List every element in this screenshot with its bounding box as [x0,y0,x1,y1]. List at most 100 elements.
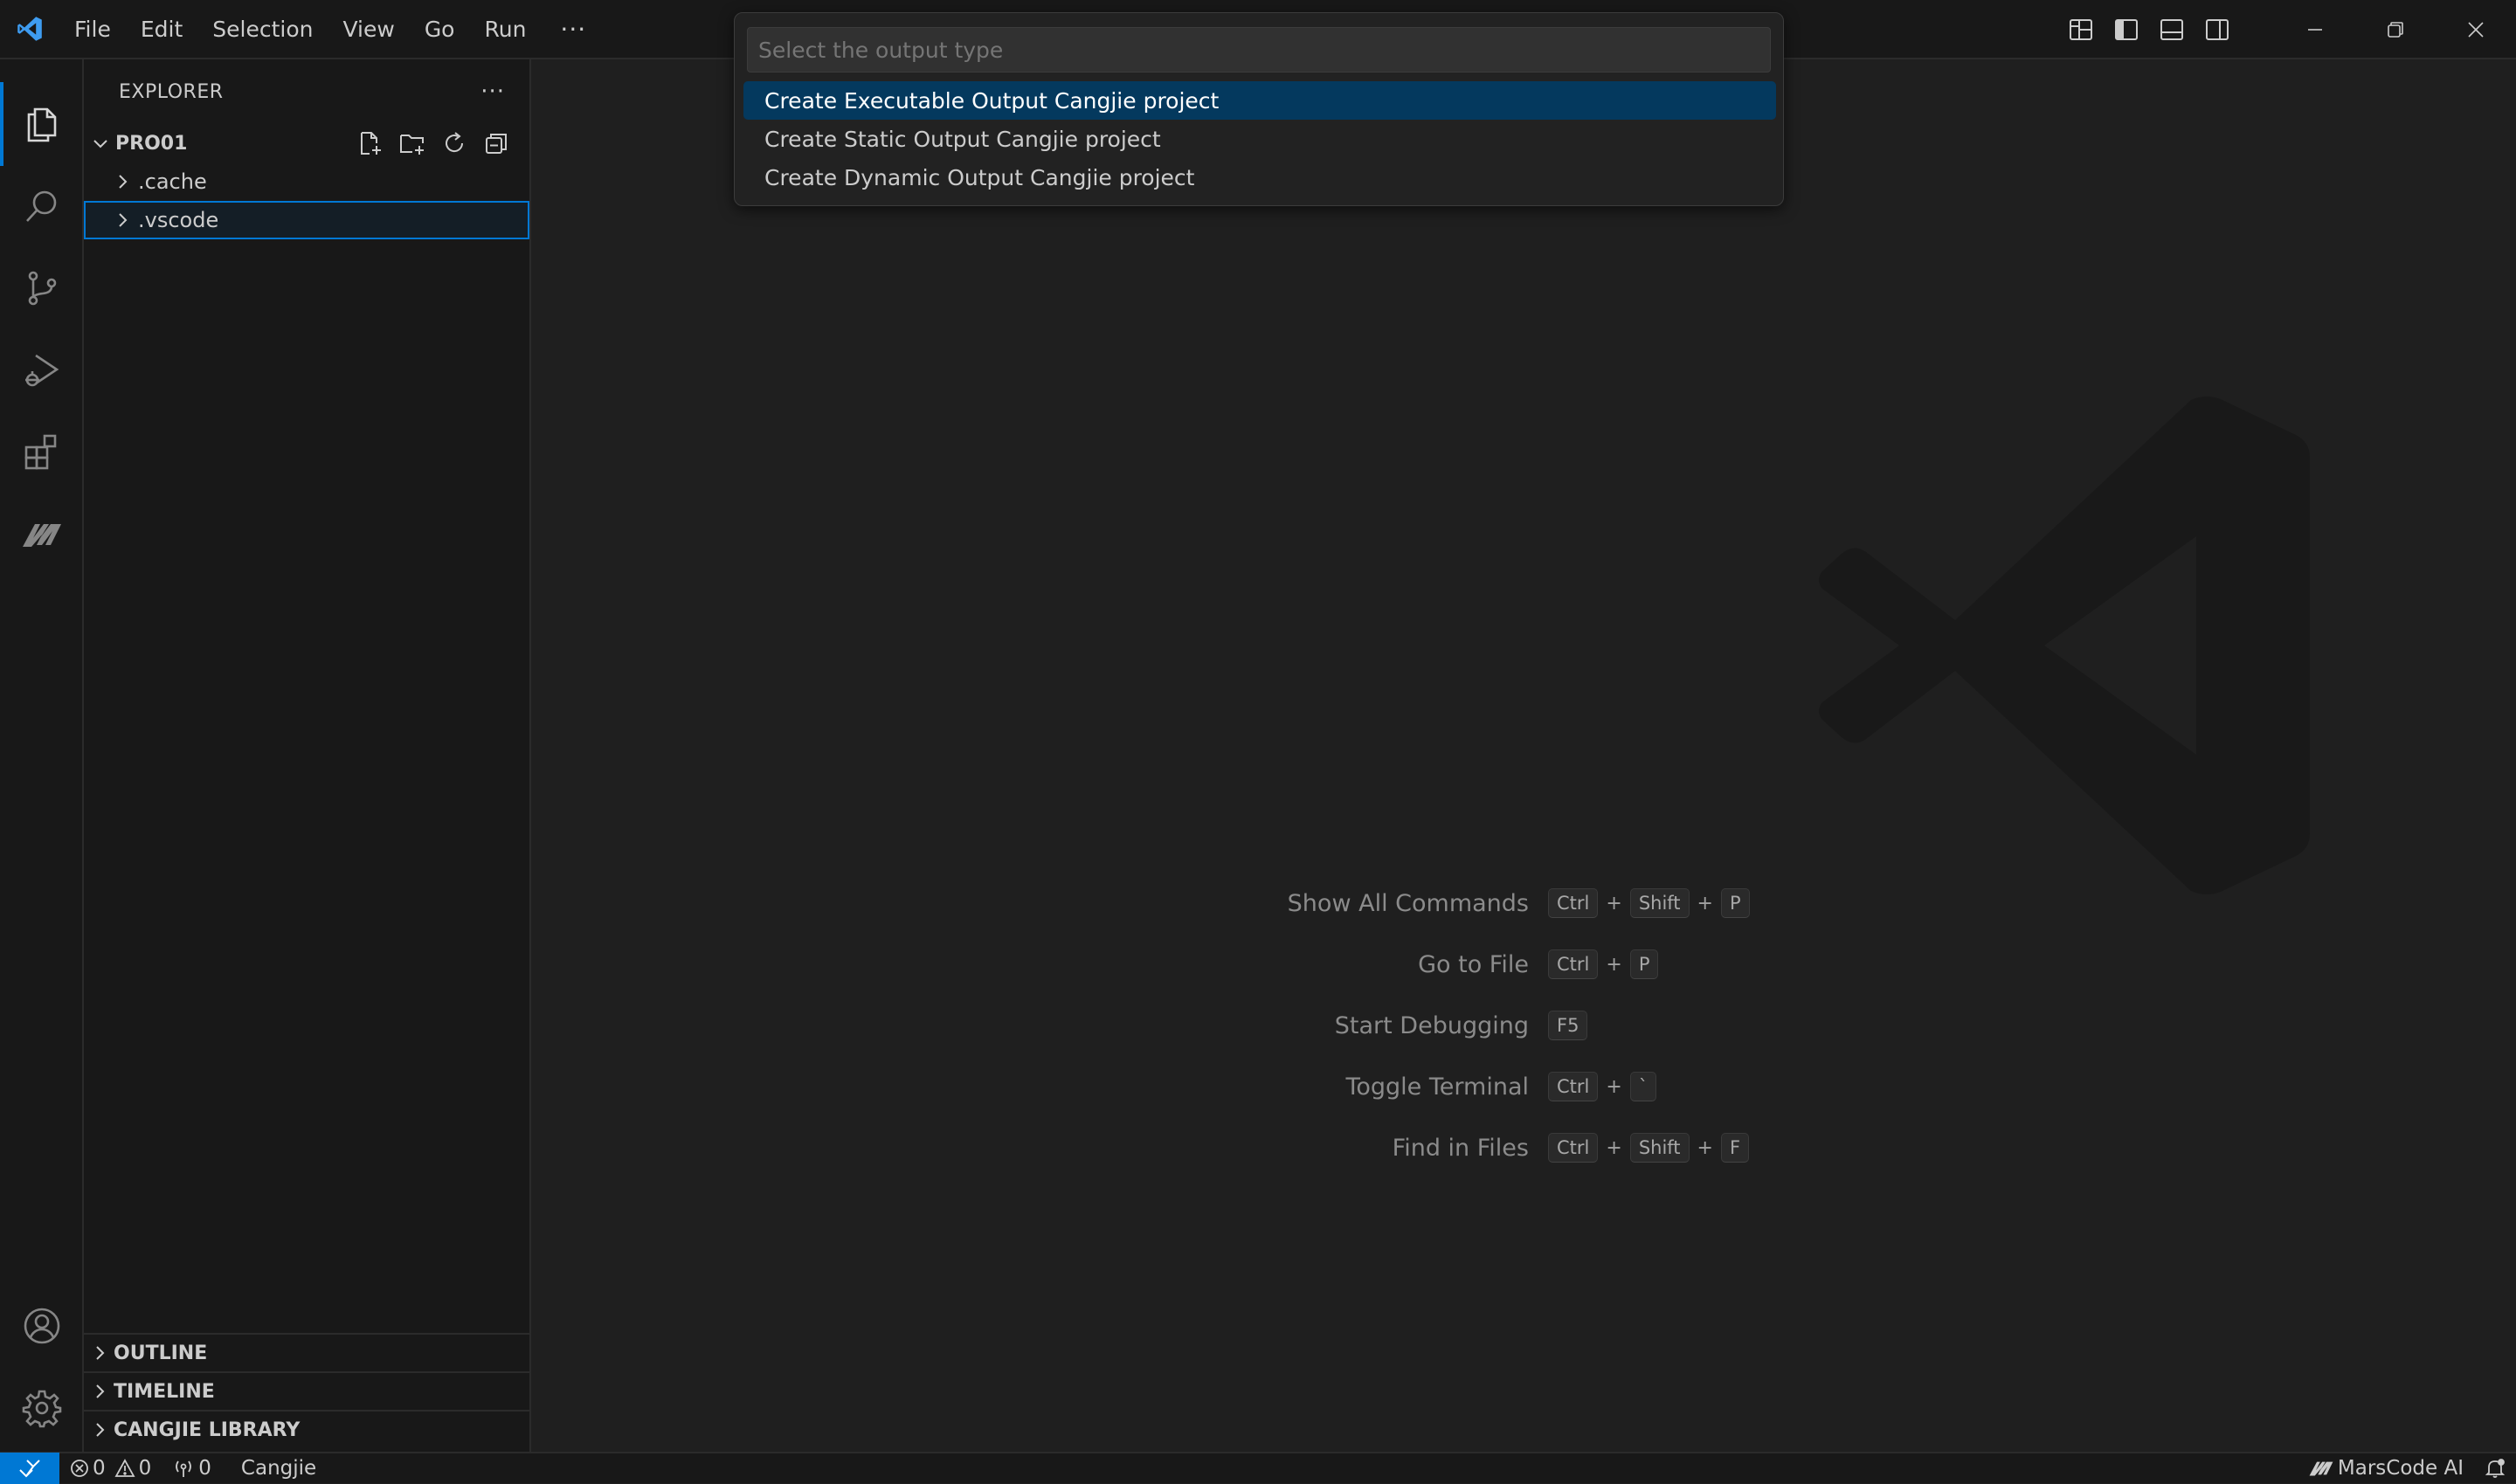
workspace-root-folder[interactable]: PRO01 [84,124,529,162]
editor-area: Show All Commands Ctrl + Shift + P Go to… [533,59,2516,1452]
toggle-primary-sidebar-icon[interactable] [2104,0,2149,59]
shortcut-start-debugging[interactable]: Start Debugging F5 [533,1008,1588,1043]
output-type-quick-pick: Create Executable Output Cangjie project… [734,12,1784,206]
menu-bar: File Edit Selection View Go Run ··· [59,0,605,59]
tree-item-vscode[interactable]: .vscode [84,201,529,239]
activity-bar [0,59,84,1452]
collapse-all-icon[interactable] [475,124,517,162]
chevron-right-icon [119,175,128,189]
source-control-icon[interactable] [0,246,84,330]
marscode-icon [2309,1461,2333,1476]
shortcut-label: Show All Commands [1287,889,1529,917]
shortcut-show-all-commands[interactable]: Show All Commands Ctrl + Shift + P [533,886,1750,921]
restore-icon[interactable] [2355,0,2436,59]
key-f: F [1720,1133,1750,1163]
explorer-icon[interactable] [0,82,84,166]
plus-sign: + [1697,892,1713,915]
plus-sign: + [1606,892,1622,915]
plus-sign: + [1697,1136,1713,1159]
tree-item-label: .vscode [138,208,219,232]
explorer-title: EXPLORER [119,80,224,103]
status-bar: 0 0 0 Cangjie MarsCode AI [0,1452,2516,1484]
key-f5: F5 [1548,1011,1588,1040]
shortcut-label: Go to File [1418,950,1529,978]
explorer-header: EXPLORER ··· [84,59,529,124]
shortcut-find-in-files[interactable]: Find in Files Ctrl + Shift + F [533,1130,1750,1165]
outline-label: OUTLINE [114,1342,208,1364]
key-ctrl: Ctrl [1548,949,1599,979]
menu-selection[interactable]: Selection [197,0,328,59]
key-p: P [1629,949,1659,979]
error-icon [71,1460,88,1477]
menu-edit[interactable]: Edit [126,0,197,59]
key-ctrl: Ctrl [1548,888,1599,918]
warning-icon [114,1459,135,1477]
close-window-icon[interactable] [2436,0,2516,59]
marscode-status[interactable]: MarsCode AI [2298,1453,2474,1484]
vscode-watermark-icon [1815,393,2310,901]
explorer-more-actions-button[interactable]: ··· [480,79,505,105]
new-folder-icon[interactable] [391,124,433,162]
search-icon[interactable] [0,164,84,248]
broadcast-icon [176,1460,192,1477]
run-debug-icon[interactable] [0,328,84,412]
tree-item-cache[interactable]: .cache [84,162,529,201]
marscode-icon[interactable] [0,493,84,576]
notifications-bell-icon[interactable] [2474,1453,2516,1484]
chevron-right-icon [96,1346,105,1360]
toggle-panel-icon[interactable] [2149,0,2195,59]
new-file-icon[interactable] [349,124,391,162]
shortcut-label: Toggle Terminal [1345,1073,1529,1101]
option-static-output[interactable]: Create Static Output Cangjie project [743,120,1776,158]
root-actions [349,124,517,162]
quick-pick-input[interactable] [747,27,1771,72]
settings-gear-icon[interactable] [0,1366,84,1450]
plus-sign: + [1606,1075,1622,1098]
ports-indicator[interactable]: 0 [162,1453,222,1484]
plus-sign: + [1606,953,1622,976]
toggle-secondary-sidebar-icon[interactable] [2195,0,2240,59]
shortcut-toggle-terminal[interactable]: Toggle Terminal Ctrl + ` [533,1069,1657,1104]
cangjie-library-label: CANGJIE LIBRARY [114,1418,301,1441]
menu-more-button[interactable]: ··· [541,0,605,59]
vscode-logo-icon[interactable] [0,0,59,59]
tree-item-label: .cache [138,169,207,194]
status-right: MarsCode AI [2298,1453,2516,1483]
option-dynamic-output[interactable]: Create Dynamic Output Cangjie project [743,158,1776,197]
menu-view[interactable]: View [328,0,409,59]
chevron-right-icon [96,1384,105,1398]
refresh-icon[interactable] [433,124,475,162]
title-controls [2058,0,2516,59]
shortcut-label: Find in Files [1392,1134,1529,1162]
chevron-right-icon [96,1423,105,1437]
plus-sign: + [1606,1136,1622,1159]
explorer-sidebar: EXPLORER ··· PRO01 .cache .vscode OUTLIN… [84,59,531,1452]
menu-go[interactable]: Go [410,0,470,59]
shortcut-go-to-file[interactable]: Go to File Ctrl + P [533,947,1659,982]
customize-layout-icon[interactable] [2058,0,2104,59]
extensions-icon[interactable] [0,411,84,494]
workspace-root-label: PRO01 [115,132,188,155]
remote-indicator-icon[interactable] [0,1453,59,1484]
accounts-icon[interactable] [0,1284,84,1368]
key-ctrl: Ctrl [1548,1072,1599,1101]
outline-section[interactable]: OUTLINE [84,1333,529,1371]
key-ctrl: Ctrl [1548,1133,1599,1163]
timeline-label: TIMELINE [114,1380,215,1403]
marscode-label: MarsCode AI [2337,1457,2464,1480]
cangjie-library-section[interactable]: CANGJIE LIBRARY [84,1410,529,1448]
warning-count: 0 [138,1457,152,1480]
timeline-section[interactable]: TIMELINE [84,1371,529,1410]
key-p: P [1720,888,1750,918]
menu-file[interactable]: File [59,0,126,59]
problems-indicator[interactable]: 0 0 [59,1453,162,1484]
key-backtick: ` [1629,1072,1657,1101]
option-executable-output[interactable]: Create Executable Output Cangjie project [743,81,1776,120]
language-mode[interactable]: Cangjie [231,1453,327,1484]
minimize-icon[interactable] [2275,0,2355,59]
key-shift: Shift [1629,1133,1690,1163]
menu-run[interactable]: Run [469,0,541,59]
chevron-right-icon [119,213,128,227]
key-shift: Shift [1629,888,1690,918]
error-count: 0 [93,1457,106,1480]
